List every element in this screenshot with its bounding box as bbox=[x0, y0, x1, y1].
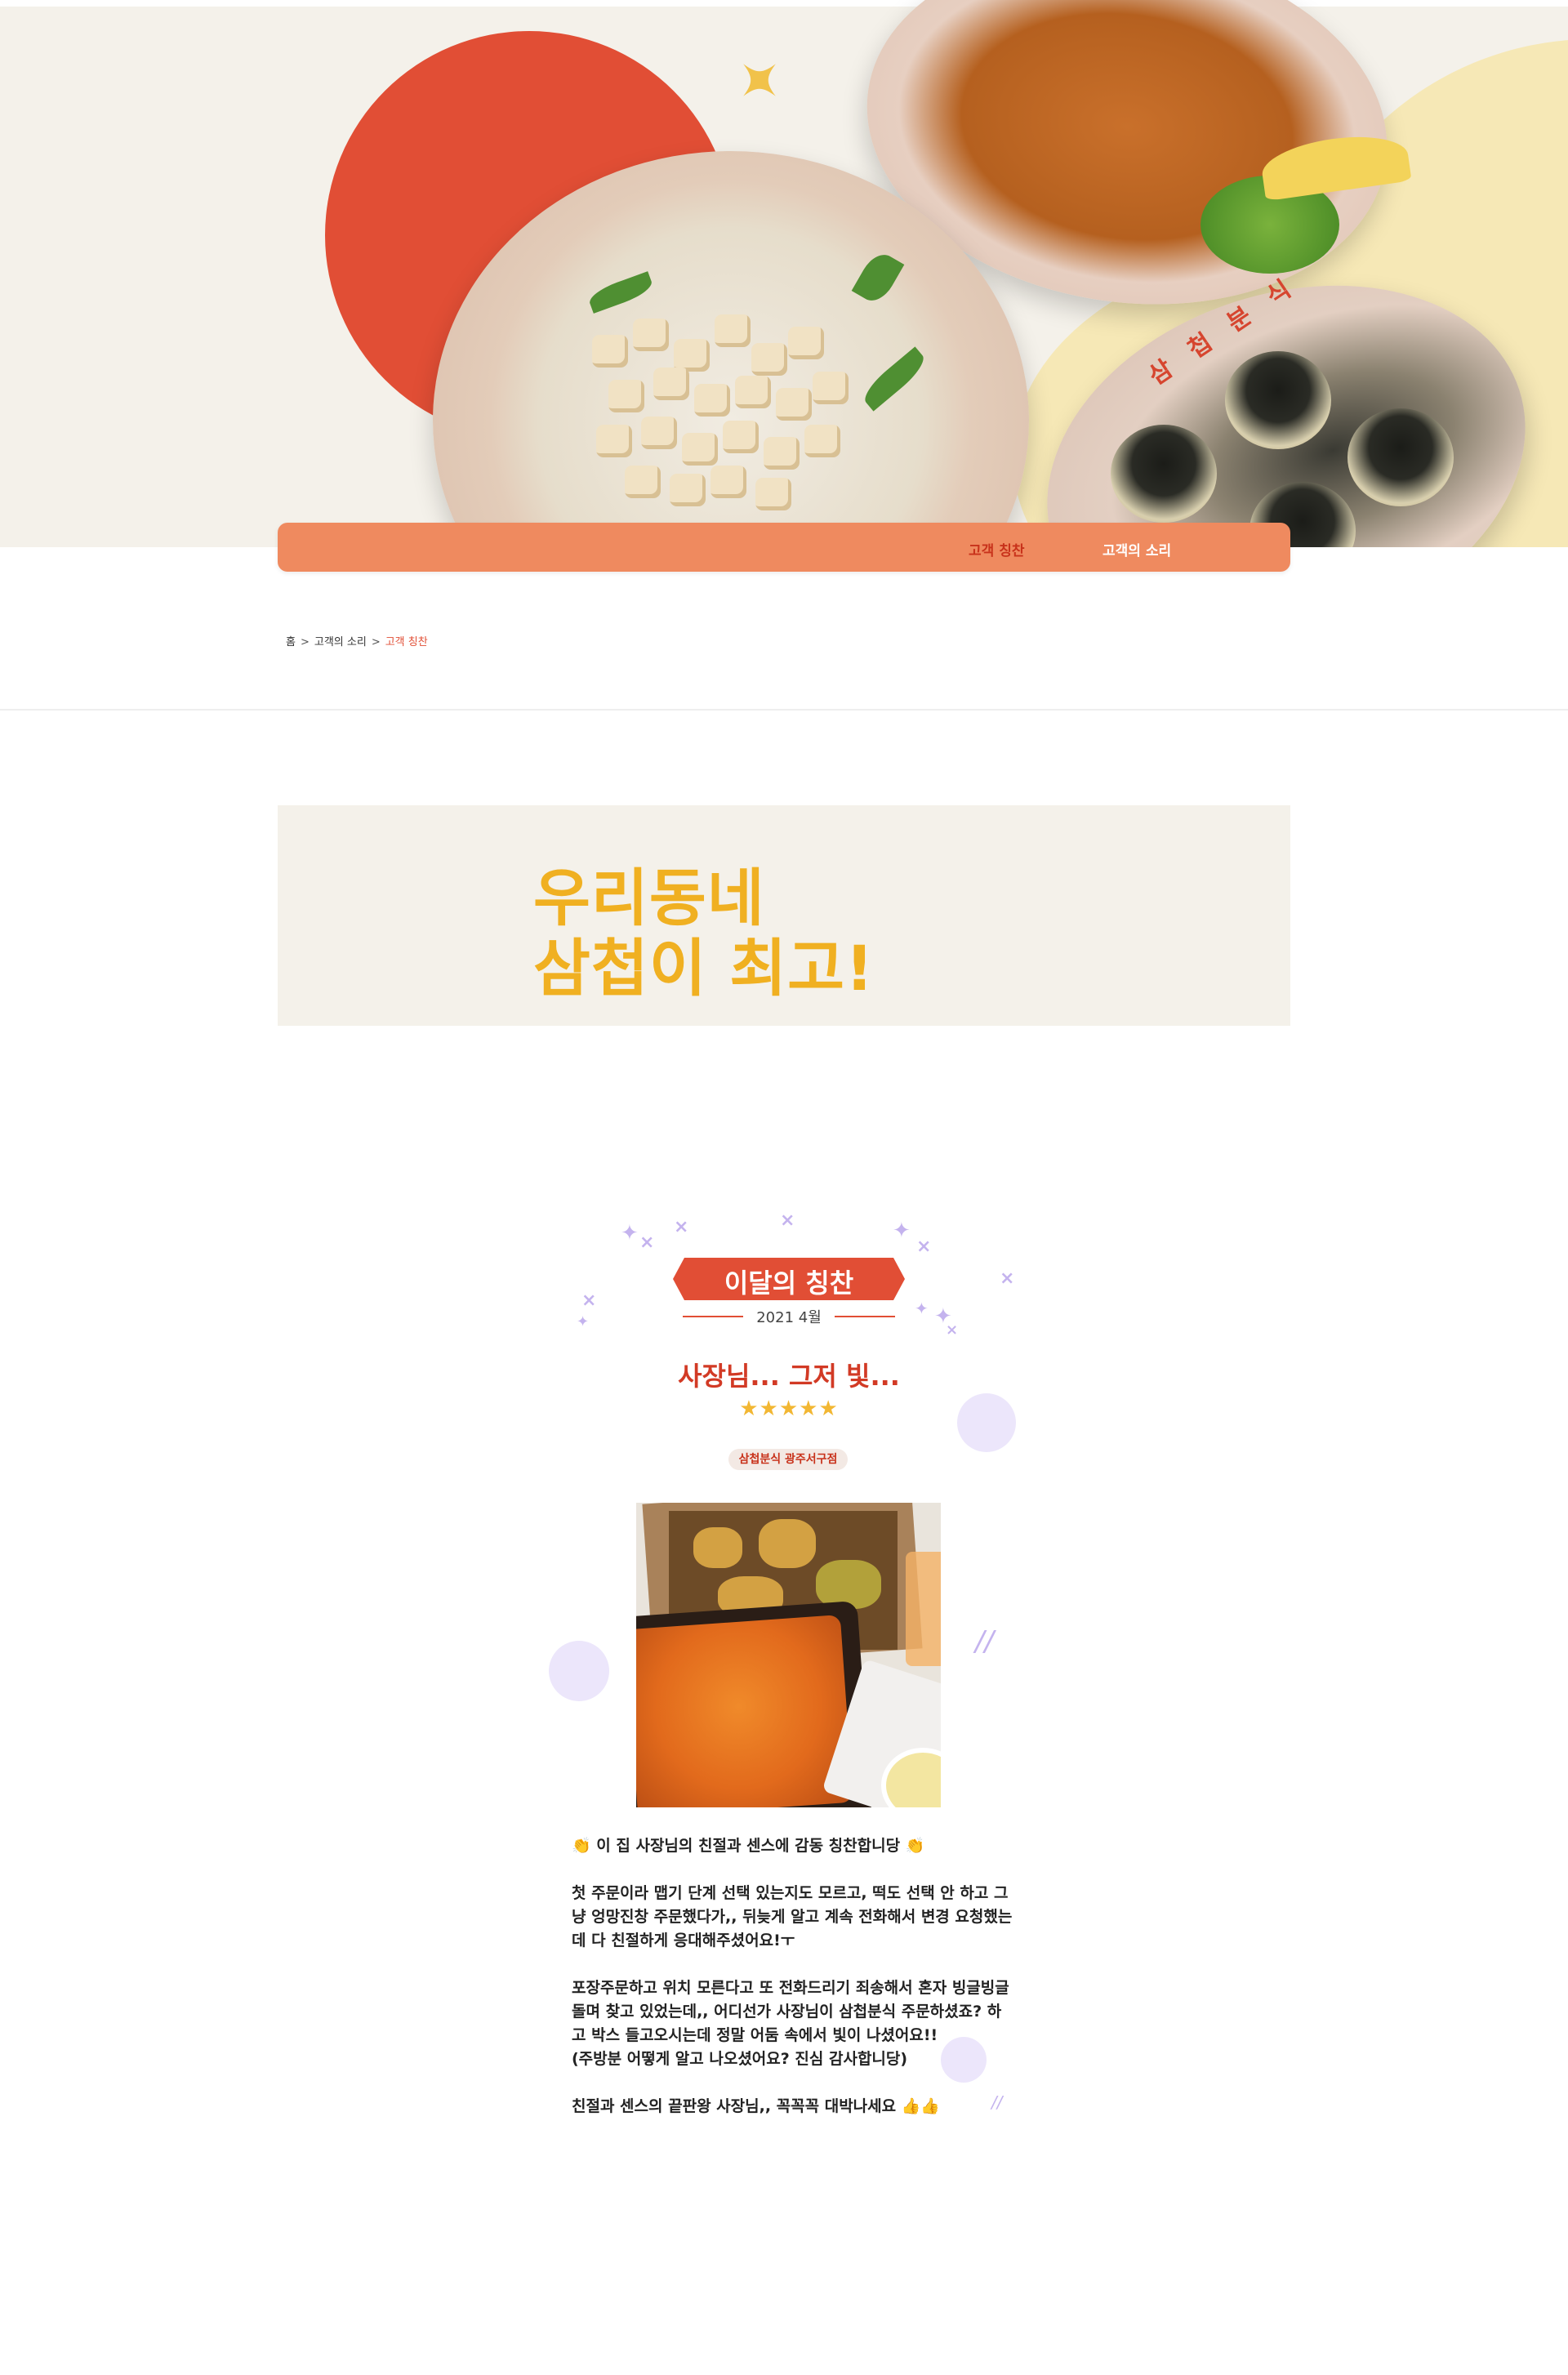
sparkle-deco-icon: ✦ bbox=[577, 1313, 590, 1330]
crouton-topping bbox=[576, 302, 862, 515]
review-body: 👏 이 집 사장님의 친절과 센스에 감동 칭찬합니당 👏 첫 주문이라 맵기 … bbox=[572, 1834, 1013, 2119]
rice-ball bbox=[1225, 351, 1331, 449]
sub-navigation-bar: 고객 칭찬 고객의 소리 bbox=[278, 523, 1290, 572]
breadcrumb-separator: > bbox=[300, 636, 310, 648]
review-paragraph: 👏 이 집 사장님의 친절과 센스에 감동 칭찬합니당 👏 bbox=[572, 1837, 925, 1855]
promo-banner: 우리동네 삼첩이 최고! bbox=[278, 805, 1290, 1026]
breadcrumb: 홈 > 고객의 소리 > 고객 칭찬 bbox=[286, 633, 428, 648]
sparkle-deco-icon: ✦ bbox=[621, 1221, 639, 1245]
breadcrumb-current: 고객 칭찬 bbox=[385, 636, 428, 648]
breadcrumb-home[interactable]: 홈 bbox=[286, 633, 296, 648]
sparkle-deco-icon: ✦ bbox=[915, 1299, 929, 1318]
x-deco-icon: × bbox=[581, 1290, 597, 1311]
fried-piece bbox=[693, 1527, 742, 1568]
x-deco-icon: × bbox=[946, 1321, 959, 1339]
promo-headline-line2: 삼첩이 최고! bbox=[533, 932, 875, 1005]
breadcrumb-separator: > bbox=[371, 636, 381, 648]
hero-banner: 삼 첩 분 식 bbox=[0, 0, 1568, 547]
sparkle-deco-icon: ✦ bbox=[893, 1219, 911, 1243]
review-paragraph: (주방분 어떻게 알고 나오셨어요? 진심 감사합니당) bbox=[572, 2050, 908, 2068]
x-deco-icon: × bbox=[916, 1237, 932, 1257]
x-deco-icon: × bbox=[1000, 1268, 1015, 1289]
tab-customer-praise[interactable]: 고객 칭찬 bbox=[969, 539, 1024, 559]
date-line-right bbox=[835, 1316, 895, 1317]
review-paragraph: 친절과 센스의 끝판왕 사장님,, 꼭꼭꼭 대박나세요 👍👍 bbox=[572, 2097, 941, 2115]
store-name-badge: 삼첩분식 광주서구점 bbox=[728, 1449, 848, 1470]
sauce-container bbox=[906, 1552, 941, 1666]
x-deco-icon: × bbox=[674, 1217, 689, 1237]
fried-piece bbox=[759, 1519, 816, 1568]
star-rating: ★★★★★ bbox=[739, 1397, 839, 1421]
review-photo bbox=[636, 1503, 941, 1807]
praise-date-row: 2021 4월 bbox=[683, 1304, 895, 1329]
x-deco-icon: × bbox=[639, 1232, 655, 1253]
breadcrumb-parent[interactable]: 고객의 소리 bbox=[314, 633, 367, 648]
rice-ball bbox=[1348, 408, 1454, 506]
circle-decoration bbox=[957, 1393, 1016, 1452]
tteokbokki bbox=[636, 1615, 853, 1807]
section-divider bbox=[0, 709, 1568, 711]
review-paragraph: 포장주문하고 위치 모른다고 또 전화드리기 죄송해서 혼자 빙글빙글 돌며 찾… bbox=[572, 1979, 1009, 2044]
tab-customer-voice[interactable]: 고객의 소리 bbox=[1102, 539, 1171, 559]
review-paragraph: 첫 주문이라 맵기 단계 선택 있는지도 모르고, 떡도 선택 안 하고 그냥 … bbox=[572, 1884, 1013, 1949]
hero-top-band bbox=[0, 0, 1568, 7]
circle-decoration bbox=[549, 1641, 609, 1701]
fried-piece bbox=[816, 1560, 881, 1609]
review-title: 사장님... 그저 빛... bbox=[678, 1361, 900, 1392]
rice-ball bbox=[1111, 425, 1217, 523]
monthly-praise-label: 이달의 칭찬 bbox=[724, 1268, 854, 1299]
slash-decoration: // bbox=[975, 1625, 994, 1658]
sparkle-icon bbox=[743, 64, 776, 96]
monthly-praise-badge: 이달의 칭찬 bbox=[673, 1258, 905, 1300]
x-deco-icon: × bbox=[780, 1210, 795, 1231]
